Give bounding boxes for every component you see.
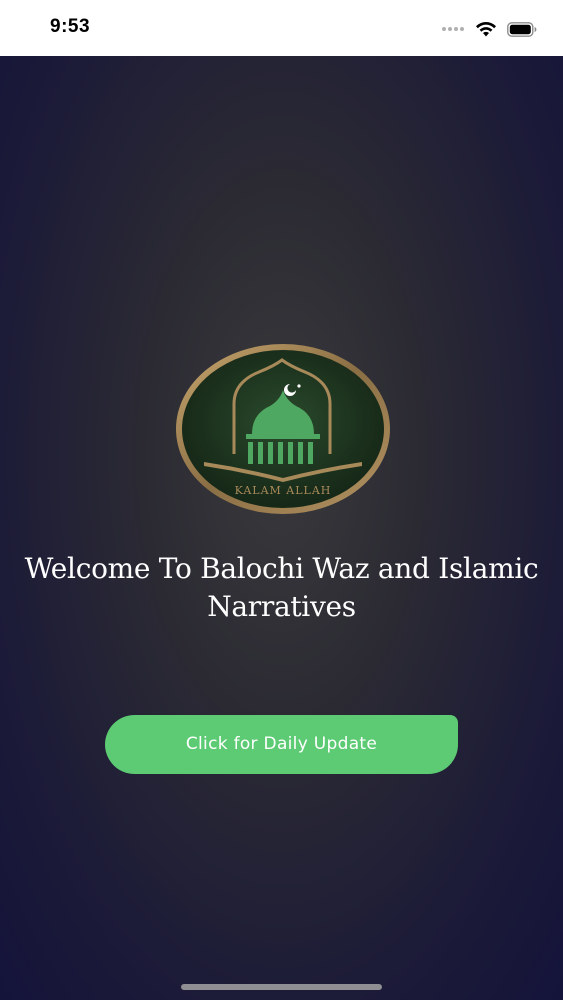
kalam-allah-logo: KALAM ALLAH [176, 344, 390, 514]
status-icons [441, 19, 537, 39]
status-time: 9:53 [50, 16, 91, 37]
battery-icon [507, 21, 537, 37]
status-bar: 9:53 [0, 0, 563, 56]
signal-dots-icon [442, 27, 464, 31]
logo-caption: KALAM ALLAH [235, 484, 332, 497]
daily-update-button[interactable]: Click for Daily Update [105, 715, 458, 774]
splash-screen: KALAM ALLAH Welcome To Balochi Waz and I… [0, 56, 563, 1000]
wifi-icon [476, 21, 496, 36]
home-indicator[interactable] [181, 984, 382, 990]
welcome-title: Welcome To Balochi Waz and Islamic Narra… [24, 552, 539, 623]
